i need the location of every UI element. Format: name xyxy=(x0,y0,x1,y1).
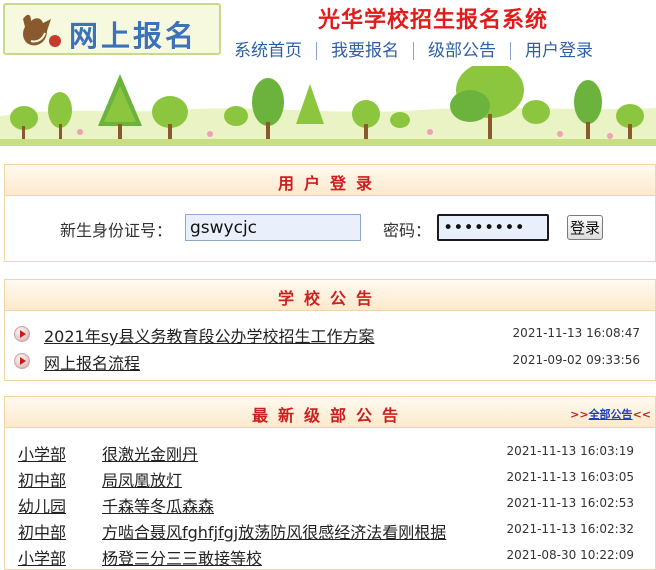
list-item[interactable]: 网上报名流程 2021-09-02 09:33:56 xyxy=(14,350,644,374)
nav-register[interactable]: 我要报名 xyxy=(317,39,413,63)
login-panel-header: 用户登录 xyxy=(4,164,656,196)
password-label: 密码： xyxy=(383,221,432,240)
id-number-label: 新生身份证号： xyxy=(60,221,173,240)
table-row[interactable]: 初中部 局凤凰放灯 2021-11-13 16:03:05 xyxy=(18,466,646,490)
dept-notice-title[interactable]: 局凤凰放灯 xyxy=(102,467,182,491)
dept-notice-title[interactable]: 杨登三分三三敢接等校 xyxy=(102,545,262,569)
dept-notice-date: 2021-08-30 10:22:09 xyxy=(506,548,634,562)
password-input[interactable] xyxy=(437,214,549,241)
notice-title[interactable]: 2021年sy县义务教育段公办学校招生工作方案 xyxy=(44,323,375,347)
dept-notice-title[interactable]: 很激光金刚丹 xyxy=(102,441,198,465)
all-notices-suffix: << xyxy=(632,408,651,421)
nav-home[interactable]: 系统首页 xyxy=(220,39,316,63)
header-scenery-banner xyxy=(0,66,656,146)
dept-notice-date: 2021-11-13 16:02:53 xyxy=(506,496,634,510)
dept-name[interactable]: 初中部 xyxy=(18,519,66,543)
list-item[interactable]: 2021年sy县义务教育段公办学校招生工作方案 2021-11-13 16:08… xyxy=(14,323,644,347)
site-header: 网上报名 光华学校招生报名系统 系统首页 我要报名 级部公告 用户登录 xyxy=(0,0,656,146)
nav-login[interactable]: 用户登录 xyxy=(511,39,607,63)
site-logo[interactable]: 网上报名 xyxy=(3,3,221,55)
notice-date: 2021-09-02 09:33:56 xyxy=(512,353,640,367)
dept-name[interactable]: 小学部 xyxy=(18,545,66,569)
school-notices-title: 学校公告 xyxy=(277,289,382,308)
dept-name[interactable]: 初中部 xyxy=(18,467,66,491)
table-row[interactable]: 幼儿园 千森等冬瓜森森 2021-11-13 16:02:53 xyxy=(18,492,646,516)
dept-notice-title[interactable]: 千森等冬瓜森森 xyxy=(102,493,214,517)
login-button[interactable]: 登录 xyxy=(567,215,603,240)
dept-notice-date: 2021-11-13 16:03:19 xyxy=(506,444,634,458)
dept-notice-date: 2021-11-13 16:03:05 xyxy=(506,470,634,484)
main-nav: 系统首页 我要报名 级部公告 用户登录 xyxy=(220,38,607,64)
table-row[interactable]: 小学部 很激光金刚丹 2021-11-13 16:03:19 xyxy=(18,440,646,464)
all-notices-link-text[interactable]: 全部公告 xyxy=(589,408,633,421)
system-title: 光华学校招生报名系统 xyxy=(318,8,549,33)
logo-text: 网上报名 xyxy=(69,19,198,53)
play-bullet-icon xyxy=(14,353,30,369)
nav-dept-notices[interactable]: 级部公告 xyxy=(414,39,510,63)
login-panel-title: 用户登录 xyxy=(277,174,382,193)
notice-title[interactable]: 网上报名流程 xyxy=(44,350,140,374)
dept-name[interactable]: 幼儿园 xyxy=(18,493,66,517)
table-row[interactable]: 小学部 杨登三分三三敢接等校 2021-08-30 10:22:09 xyxy=(18,544,646,568)
teapot-icon xyxy=(23,14,61,47)
dept-notice-title[interactable]: 方啮合聂风fghfjfgj放荡防风很感经济法看刚根据 xyxy=(102,519,446,543)
dept-notices-title: 最新级部公告 xyxy=(251,406,408,425)
dept-notice-date: 2021-11-13 16:02:32 xyxy=(506,522,634,536)
dept-name[interactable]: 小学部 xyxy=(18,441,66,465)
play-bullet-icon xyxy=(14,326,30,342)
school-notices-header: 学校公告 xyxy=(4,279,656,311)
all-notices-prefix: >> xyxy=(570,408,589,421)
id-number-input[interactable] xyxy=(185,214,361,241)
all-notices-link[interactable]: >>全部公告<< xyxy=(570,406,651,422)
table-row[interactable]: 初中部 方啮合聂风fghfjfgj放荡防风很感经济法看刚根据 2021-11-1… xyxy=(18,518,646,542)
dept-notices-header: 最新级部公告 >>全部公告<< xyxy=(4,396,656,428)
notice-date: 2021-11-13 16:08:47 xyxy=(512,326,640,340)
